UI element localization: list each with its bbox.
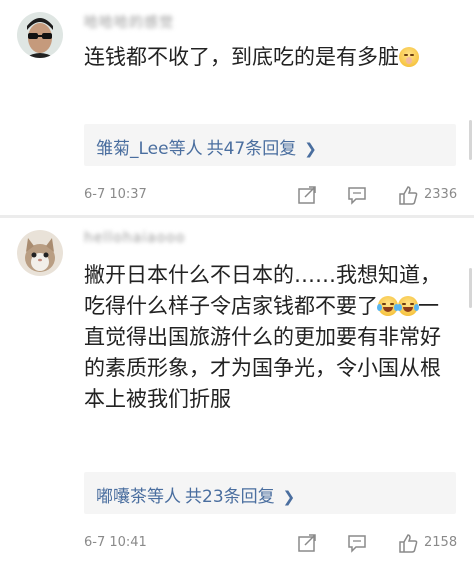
chevron-right-icon: ❯: [282, 488, 296, 506]
like-count: 2336: [424, 187, 458, 202]
username[interactable]: 哈哈哈的感觉: [84, 12, 174, 32]
avatar[interactable]: [17, 12, 63, 58]
like-icon[interactable]: [397, 532, 419, 554]
share-icon[interactable]: [296, 184, 318, 206]
share-icon[interactable]: [296, 532, 318, 554]
tears-of-joy-emoji-icon: [397, 296, 419, 316]
comment-text: 连钱都不收了，到底吃的是有多脏: [84, 42, 456, 73]
reply-count[interactable]: 共23条回复: [185, 487, 275, 507]
comment-footer: 6-7 10:41 2158: [84, 532, 458, 556]
comment-item: hellohaiaooo 撇开日本什么不日本的……我想知道，吃得什么样子令店家钱…: [0, 218, 474, 563]
username[interactable]: hellohaiaooo: [84, 230, 185, 246]
scrollbar[interactable]: [469, 120, 472, 160]
comment-text-body: 连钱都不收了，到底吃的是有多脏: [84, 45, 399, 69]
reply-count[interactable]: 共47条回复: [207, 139, 297, 159]
like-count: 2158: [424, 535, 458, 550]
chevron-right-icon: ❯: [304, 140, 317, 158]
comment-icon[interactable]: [346, 184, 368, 206]
scrollbar[interactable]: [469, 268, 472, 308]
like-icon[interactable]: [397, 184, 419, 206]
comment-item: 哈哈哈的感觉 连钱都不收了，到底吃的是有多脏 雏菊_Lee等人 共47条回复 ❯ 6…: [0, 0, 474, 216]
reply-users[interactable]: 嘟囔茶等人: [96, 487, 181, 507]
replies-preview[interactable]: 嘟囔茶等人 共23条回复 ❯: [84, 472, 456, 514]
comment-icon[interactable]: [346, 532, 368, 554]
comment-text: 撇开日本什么不日本的……我想知道，吃得什么样子令店家钱都不要了 一直觉得出国旅游什…: [84, 260, 456, 415]
reply-users[interactable]: 雏菊_Lee等人: [96, 139, 203, 159]
comment-footer: 6-7 10:37 2336: [84, 184, 458, 208]
tears-of-joy-emoji-icon: [377, 296, 399, 316]
timestamp: 6-7 10:41: [84, 535, 147, 550]
avatar[interactable]: [17, 230, 63, 276]
replies-preview[interactable]: 雏菊_Lee等人 共47条回复 ❯: [84, 124, 456, 166]
shushing-face-emoji-icon: [399, 47, 419, 67]
timestamp: 6-7 10:37: [84, 187, 147, 202]
